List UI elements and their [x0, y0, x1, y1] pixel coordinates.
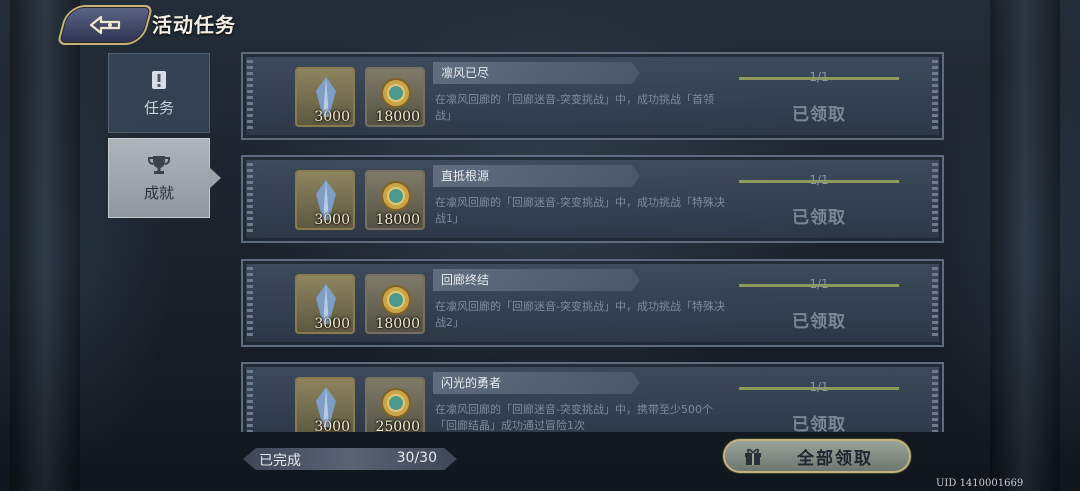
reward-quantity: 18000	[375, 212, 420, 228]
progress-text: 1/1	[809, 277, 829, 291]
reward-quantity: 25000	[375, 419, 420, 432]
reward-quantity: 3000	[314, 316, 350, 332]
task-scroll-icon	[152, 70, 166, 89]
reward-quantity: 18000	[375, 316, 420, 332]
quest-description: 在凛风回廊的「回廊迷音-突变挑战」中，成功挑战「特殊决战2」	[435, 300, 725, 329]
claim-status: 已领取	[792, 415, 846, 432]
tab-tasks[interactable]: 任务	[108, 53, 210, 133]
background-pillar-right	[990, 0, 1060, 491]
quest-card: 3000 18000 回廊终结 在凛风回廊的「回廊迷音-突变挑战」中，成功挑战「…	[241, 259, 944, 347]
progress-text: 1/1	[809, 70, 829, 84]
quest-description: 在凛风回廊的「回廊迷音-突变挑战」中，成功挑战「特殊决战1」	[435, 196, 725, 225]
quest-description: 在凛风回廊的「回廊迷音-突变挑战」中，成功挑战「首领战」	[435, 93, 714, 122]
completion-counter: 已完成 30/30	[243, 448, 457, 470]
reward-quantity: 3000	[314, 419, 350, 432]
back-arrow-icon	[89, 15, 121, 35]
reward-slot[interactable]: 3000	[295, 274, 355, 334]
progress-text: 1/1	[809, 173, 829, 187]
user-id: UID 1410001669	[936, 478, 1024, 489]
tab-achievements-label: 成就	[143, 183, 174, 202]
reward-slot[interactable]: 18000	[365, 170, 425, 230]
claim-all-label: 全部领取	[797, 448, 873, 469]
quest-card: 3000 18000 凛风已尽 在凛风回廊的「回廊迷音-突变挑战」中，成功挑战「…	[241, 52, 944, 140]
reward-slot[interactable]: 3000	[295, 377, 355, 432]
reward-quantity: 18000	[375, 109, 420, 125]
quest-name: 直抵根源	[433, 165, 640, 187]
quest-name: 闪光的勇者	[433, 372, 640, 394]
reward-slot[interactable]: 18000	[365, 274, 425, 334]
progress-text: 1/1	[809, 380, 829, 394]
tab-tasks-label: 任务	[143, 98, 174, 117]
claim-status: 已领取	[792, 105, 846, 125]
completion-label: 已完成	[259, 453, 301, 469]
coin-reward-icon	[381, 78, 411, 108]
reward-quantity: 3000	[314, 212, 350, 228]
coin-reward-icon	[381, 181, 411, 211]
quest-description: 在凛风回廊的「回廊迷音-突变挑战」中，携带至少500个「回廊结晶」成功通过冒险1…	[435, 403, 713, 432]
tab-achievements[interactable]: 成就	[108, 138, 221, 218]
reward-quantity: 3000	[314, 109, 350, 125]
reward-slot[interactable]: 3000	[295, 67, 355, 127]
claim-all-button[interactable]: 全部领取	[723, 439, 911, 473]
page-title: 活动任务	[152, 13, 236, 37]
claim-status: 已领取	[792, 312, 846, 332]
quest-card: 3000 25000 闪光的勇者 在凛风回廊的「回廊迷音-突变挑战」中，携带至少…	[241, 362, 944, 432]
trophy-icon	[148, 155, 170, 174]
completion-value: 30/30	[396, 450, 437, 466]
reward-slot[interactable]: 3000	[295, 170, 355, 230]
back-button[interactable]	[56, 5, 154, 45]
quest-list[interactable]: 3000 18000 凛风已尽 在凛风回廊的「回廊迷音-突变挑战」中，成功挑战「…	[241, 52, 946, 432]
quest-name: 回廊终结	[433, 269, 640, 291]
reward-slot[interactable]: 25000	[365, 377, 425, 432]
claim-status: 已领取	[792, 208, 846, 228]
quest-name: 凛风已尽	[433, 62, 640, 84]
background-pillar-left	[10, 0, 80, 491]
coin-reward-icon	[381, 285, 411, 315]
reward-slot[interactable]: 18000	[365, 67, 425, 127]
gift-icon	[745, 448, 761, 465]
quest-card: 3000 18000 直抵根源 在凛风回廊的「回廊迷音-突变挑战」中，成功挑战「…	[241, 155, 944, 243]
coin-reward-icon	[381, 388, 411, 418]
